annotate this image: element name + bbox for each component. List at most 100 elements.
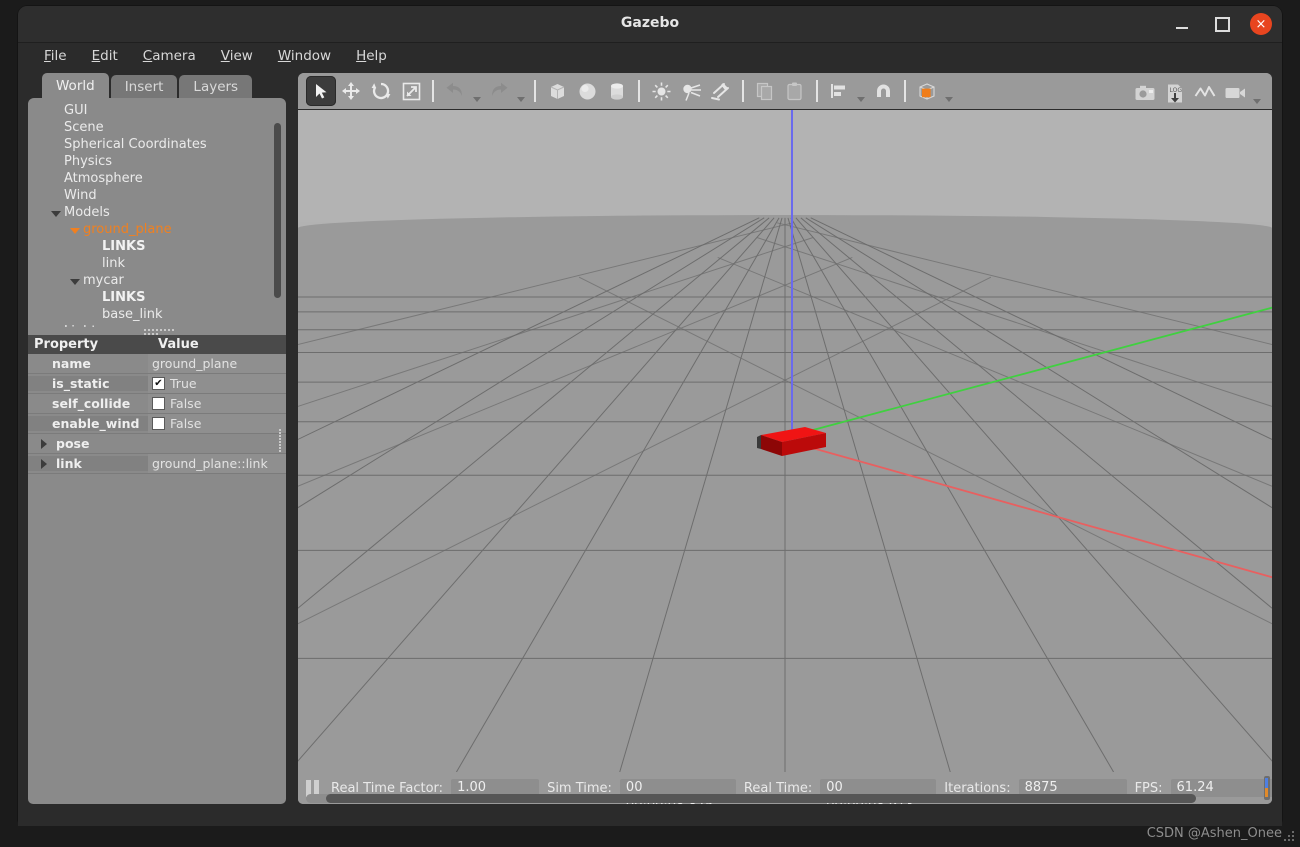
menu-file[interactable]: File	[32, 45, 79, 67]
watermark: CSDN @Ashen_Onee	[1146, 826, 1282, 841]
status-edge-scroll[interactable]	[1264, 776, 1270, 800]
redo-dropdown-caret[interactable]	[514, 74, 528, 108]
3d-viewport[interactable]	[298, 109, 1272, 772]
chevron-down-icon[interactable]	[69, 275, 81, 287]
property-key: link	[28, 456, 148, 471]
minimize-button[interactable]	[1170, 12, 1194, 36]
property-row[interactable]: is_static ✔ True	[28, 374, 286, 394]
insert-box-button[interactable]	[542, 76, 572, 106]
tab-world[interactable]: World	[42, 73, 109, 99]
property-key: name	[28, 356, 148, 371]
view-transparency-button[interactable]	[912, 76, 942, 106]
tree-item[interactable]: Wind	[28, 187, 286, 204]
tree-item[interactable]: mycar	[28, 272, 286, 289]
tree-splitter-handle[interactable]	[143, 328, 177, 335]
property-value-label: False	[170, 416, 202, 431]
spot-light-button[interactable]	[676, 76, 706, 106]
resize-grip[interactable]	[1284, 831, 1294, 843]
tree-item[interactable]: Scene	[28, 119, 286, 136]
undo-dropdown-caret[interactable]	[470, 74, 484, 108]
tree-item[interactable]: Spherical Coordinates	[28, 136, 286, 153]
point-light-button[interactable]	[646, 76, 676, 106]
chevron-down-icon[interactable]	[69, 224, 81, 236]
insert-sphere-button[interactable]	[572, 76, 602, 106]
property-value[interactable]: ground_plane::link	[148, 454, 286, 473]
select-mode-button[interactable]	[306, 76, 336, 106]
screenshot-button[interactable]	[1130, 78, 1160, 108]
view-dropdown-caret[interactable]	[942, 74, 956, 108]
left-panel: World Insert Layers GUI Scene Spherical Co…	[28, 73, 286, 804]
tree-item[interactable]: link	[28, 255, 286, 272]
chevron-right-icon[interactable]	[50, 326, 62, 327]
menu-help[interactable]: Help	[344, 45, 399, 67]
scale-mode-button[interactable]	[396, 76, 426, 106]
redo-arrow-icon	[492, 82, 508, 96]
tree-item[interactable]: Physics	[28, 153, 286, 170]
tree-item-label: LINKS	[102, 239, 146, 254]
redo-button[interactable]	[484, 76, 514, 106]
tree-item-label: GUI	[64, 103, 88, 118]
menu-window[interactable]: Window	[266, 45, 343, 67]
plot-button[interactable]	[1190, 78, 1220, 108]
snap-button[interactable]	[868, 76, 898, 106]
tree-scrollbar[interactable]	[274, 123, 281, 298]
translate-mode-button[interactable]	[336, 76, 366, 106]
property-value[interactable]: False	[148, 414, 286, 433]
chevron-down-icon[interactable]	[50, 207, 62, 219]
tree-item[interactable]: base_link	[28, 306, 286, 323]
tree-item[interactable]: ground_plane	[28, 221, 286, 238]
copy-button[interactable]	[750, 76, 780, 106]
property-row[interactable]: link ground_plane::link	[28, 454, 286, 474]
log-record-button[interactable]: LOG	[1160, 78, 1190, 108]
align-button[interactable]	[824, 76, 854, 106]
directional-light-button[interactable]	[706, 76, 736, 106]
align-icon	[830, 83, 845, 98]
tree-item-label: Lights	[64, 323, 103, 327]
menu-camera[interactable]: Camera	[131, 45, 208, 67]
title-bar: Gazebo ×	[18, 6, 1282, 43]
property-row[interactable]: name ground_plane	[28, 354, 286, 374]
viewport-horizontal-scrollbar[interactable]	[306, 794, 1196, 803]
viewport-scroll-thumb[interactable]	[326, 794, 1196, 803]
property-value[interactable]: ✔ True	[148, 374, 286, 393]
tree-item[interactable]: Lights	[28, 323, 286, 327]
tree-item[interactable]: LINKS	[28, 289, 286, 306]
checkbox[interactable]	[152, 417, 165, 430]
property-row[interactable]: enable_wind False	[28, 414, 286, 434]
mycar-model[interactable]	[753, 415, 853, 465]
line-plot-icon	[1194, 86, 1216, 97]
rotate-mode-button[interactable]	[366, 76, 396, 106]
translate-arrows-icon	[342, 82, 360, 100]
tree-item[interactable]: LINKS	[28, 238, 286, 255]
property-value-label: False	[170, 396, 202, 411]
tree-item[interactable]: Atmosphere	[28, 170, 286, 187]
main-body: World Insert Layers GUI Scene Spherical Co…	[18, 69, 1282, 826]
undo-button[interactable]	[440, 76, 470, 106]
paste-button[interactable]	[780, 76, 810, 106]
tab-insert[interactable]: Insert	[110, 75, 178, 99]
panel-splitter-handle[interactable]	[277, 428, 282, 458]
property-row[interactable]: pose	[28, 434, 286, 454]
chevron-right-icon[interactable]	[38, 438, 50, 450]
tree-item[interactable]: Models	[28, 204, 286, 221]
insert-cylinder-button[interactable]	[602, 76, 632, 106]
close-button[interactable]: ×	[1250, 13, 1272, 35]
menu-edit[interactable]: Edit	[80, 45, 130, 67]
copy-icon	[756, 82, 773, 100]
video-dropdown-caret[interactable]	[1250, 76, 1264, 110]
checkbox[interactable]	[152, 397, 165, 410]
property-row[interactable]: self_collide False	[28, 394, 286, 414]
property-value[interactable]	[148, 434, 286, 453]
world-tree[interactable]: GUI Scene Spherical Coordinates Physics Atmo…	[28, 102, 286, 327]
property-value[interactable]: False	[148, 394, 286, 413]
tree-item[interactable]: GUI	[28, 102, 286, 119]
menu-view[interactable]: View	[209, 45, 265, 67]
tab-layers[interactable]: Layers	[179, 75, 253, 99]
maximize-button[interactable]	[1210, 12, 1234, 36]
video-record-button[interactable]	[1220, 78, 1250, 108]
align-dropdown-caret[interactable]	[854, 74, 868, 108]
chevron-right-icon[interactable]	[38, 458, 50, 470]
checkbox[interactable]: ✔	[152, 377, 165, 390]
property-value[interactable]: ground_plane	[148, 354, 286, 373]
